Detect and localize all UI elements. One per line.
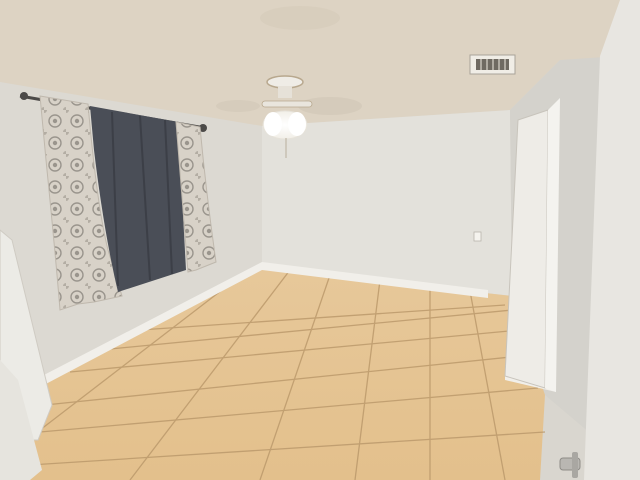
outlet-icon xyxy=(473,231,482,242)
ceiling-texture xyxy=(260,6,340,30)
door-handle-icon[interactable] xyxy=(559,452,581,478)
air-vent-icon xyxy=(469,54,516,75)
room-scene xyxy=(0,0,640,480)
